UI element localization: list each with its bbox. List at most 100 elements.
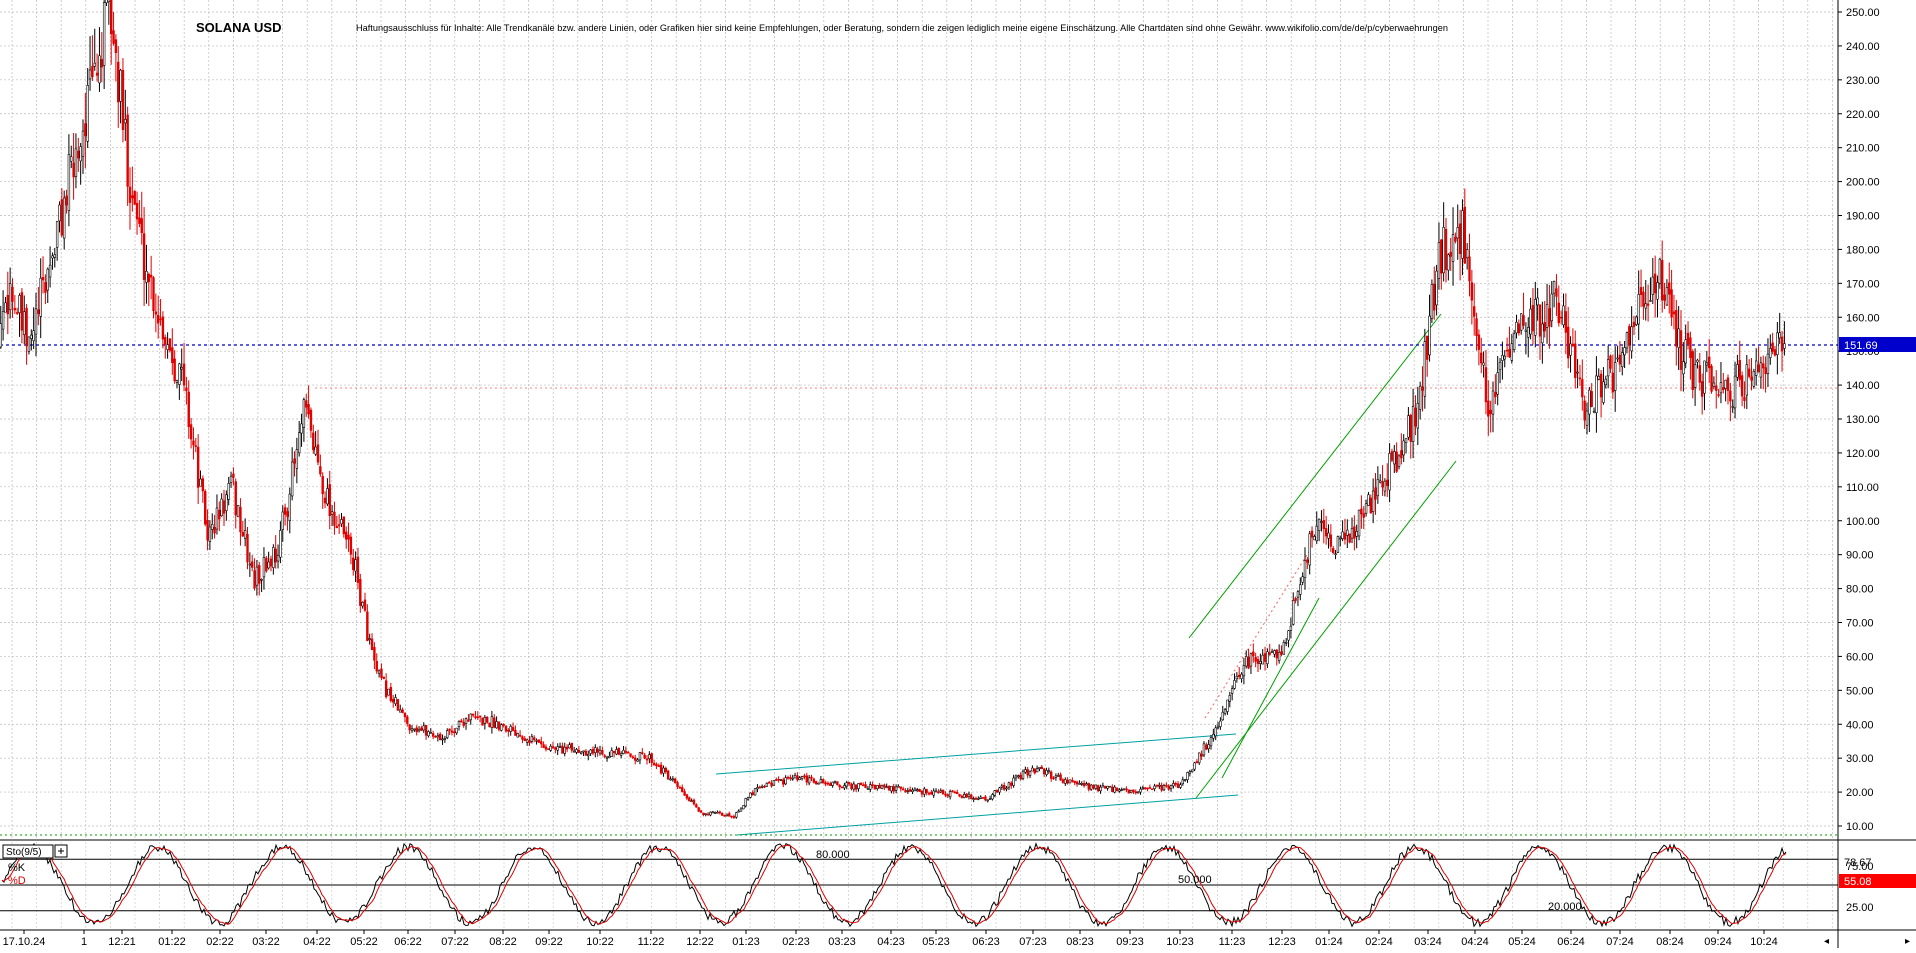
level-20-label: 20.000: [1548, 901, 1582, 913]
y-tick-label: 50.00: [1846, 685, 1874, 697]
x-tick-label: 01:24: [1315, 936, 1343, 948]
x-tick-label: 07:22: [441, 936, 469, 948]
candle: [1336, 535, 1340, 554]
y-tick-label: 40.00: [1846, 719, 1874, 731]
candle: [387, 688, 390, 696]
candle: [133, 190, 136, 206]
candle: [121, 58, 125, 143]
x-tick-label: 11:23: [1219, 936, 1246, 948]
y-tick-label: 60.00: [1846, 651, 1874, 663]
y-tick-label: 80.00: [1846, 584, 1874, 596]
x-tick-label: 06:24: [1557, 936, 1585, 948]
x-tick-label: 07:23: [1019, 936, 1047, 948]
candle: [1635, 315, 1638, 326]
candle: [1357, 509, 1361, 541]
candle: [1752, 368, 1756, 389]
y-tick-label: 110.00: [1846, 482, 1879, 494]
y-tick-label: 90.00: [1846, 550, 1874, 562]
candle: [772, 779, 776, 786]
x-tick-label: 04:24: [1461, 936, 1489, 948]
candle: [981, 797, 985, 799]
candle: [1151, 788, 1154, 791]
x-tick-label: 1: [81, 936, 87, 948]
x-tick-label: 05:24: [1508, 936, 1536, 948]
candle: [941, 789, 945, 795]
candle: [673, 777, 677, 784]
disclaimer-text: Haftungsausschluss für Inhalte: Alle Tre…: [356, 23, 1448, 33]
candle: [1021, 769, 1025, 781]
x-tick-label: 06:23: [972, 936, 1000, 948]
x-tick-label: 10:22: [586, 936, 614, 948]
y-tick-label: 170.00: [1846, 278, 1880, 290]
candle: [516, 732, 519, 738]
candle: [485, 716, 489, 724]
candle: [873, 784, 877, 790]
x-tick-label: 05:22: [350, 936, 378, 948]
x-tick-label: 11:22: [638, 936, 665, 948]
candle: [236, 504, 240, 518]
candle: [537, 739, 541, 743]
y-tick-label: 120.00: [1846, 448, 1880, 460]
y-tick-label: 70.00: [1846, 618, 1874, 630]
candle: [742, 805, 745, 810]
x-tick-label: 10:24: [1750, 936, 1778, 948]
y-tick-label: 140.00: [1846, 380, 1880, 392]
x-tick-label: 05:23: [922, 936, 950, 948]
candle: [1129, 789, 1133, 794]
x-tick-label: 10:23: [1166, 936, 1194, 948]
x-tick-label: 07:24: [1606, 936, 1634, 948]
x-tick-label: 03:23: [828, 936, 856, 948]
x-tick-label: 09:22: [535, 936, 563, 948]
scroll-right-icon[interactable]: ▸: [1905, 936, 1910, 947]
x-tick-label: 12:23: [1268, 936, 1296, 948]
candle: [666, 769, 670, 780]
y-tick-label: 230.00: [1846, 75, 1880, 87]
oscillator-name: Sto(9/5): [6, 847, 42, 858]
candle: [204, 489, 207, 527]
x-tick-label: 02:24: [1365, 936, 1393, 948]
x-tick-label: 03:24: [1414, 936, 1442, 948]
y-tick-label: 180.00: [1846, 244, 1880, 256]
scroll-left-icon[interactable]: ◂: [1824, 936, 1829, 947]
candle: [744, 797, 747, 808]
candle: [265, 555, 268, 573]
x-tick-label: 04:22: [303, 936, 331, 948]
x-tick-label: 12:22: [686, 936, 714, 948]
candle: [396, 698, 400, 711]
x-tick-label: 12:21: [108, 936, 136, 948]
candle: [1710, 364, 1713, 394]
y-tick-label: 190.00: [1846, 211, 1880, 223]
solana-chart: 250.00240.00230.00220.00210.00200.00190.…: [0, 0, 1916, 948]
x-tick-label: 01:23: [732, 936, 760, 948]
x-tick-label: 01:22: [158, 936, 186, 948]
x-tick-label: 09:24: [1704, 936, 1732, 948]
x-tick-label: 04:23: [877, 936, 905, 948]
candle: [965, 793, 968, 799]
y-tick-label: 210.00: [1846, 143, 1880, 155]
y-tick-label: 130.00: [1846, 414, 1880, 426]
osc-axis-75: 75.00: [1846, 861, 1874, 873]
chart-title: SOLANA USD: [196, 20, 281, 35]
candle: [749, 792, 752, 799]
x-tick-label: 17.10.24: [3, 936, 46, 948]
y-tick-label: 20.00: [1846, 787, 1874, 799]
candle: [500, 723, 503, 732]
y-tick-label: 200.00: [1846, 177, 1880, 189]
chart-root: 250.00 240.00 230.00 220.00 210.00 200.00 190.…: [0, 0, 1916, 948]
y-tick-label: 240.00: [1846, 41, 1880, 53]
candle: [918, 788, 921, 792]
candle: [836, 781, 839, 786]
candle: [697, 806, 700, 813]
candle: [1127, 789, 1130, 794]
y-tick-label: 220.00: [1846, 109, 1880, 121]
y-tick-label: 100.00: [1846, 516, 1880, 528]
x-tick-label: 03:22: [252, 936, 280, 948]
level-50-label: 50.000: [1178, 874, 1212, 886]
y-tick-label: 10.00: [1846, 821, 1874, 833]
candle: [753, 788, 757, 796]
candle: [488, 722, 491, 728]
x-tick-label: 08:22: [489, 936, 517, 948]
x-tick-label: 06:22: [394, 936, 422, 948]
y-tick-label: 30.00: [1846, 753, 1874, 765]
candle: [168, 338, 172, 353]
